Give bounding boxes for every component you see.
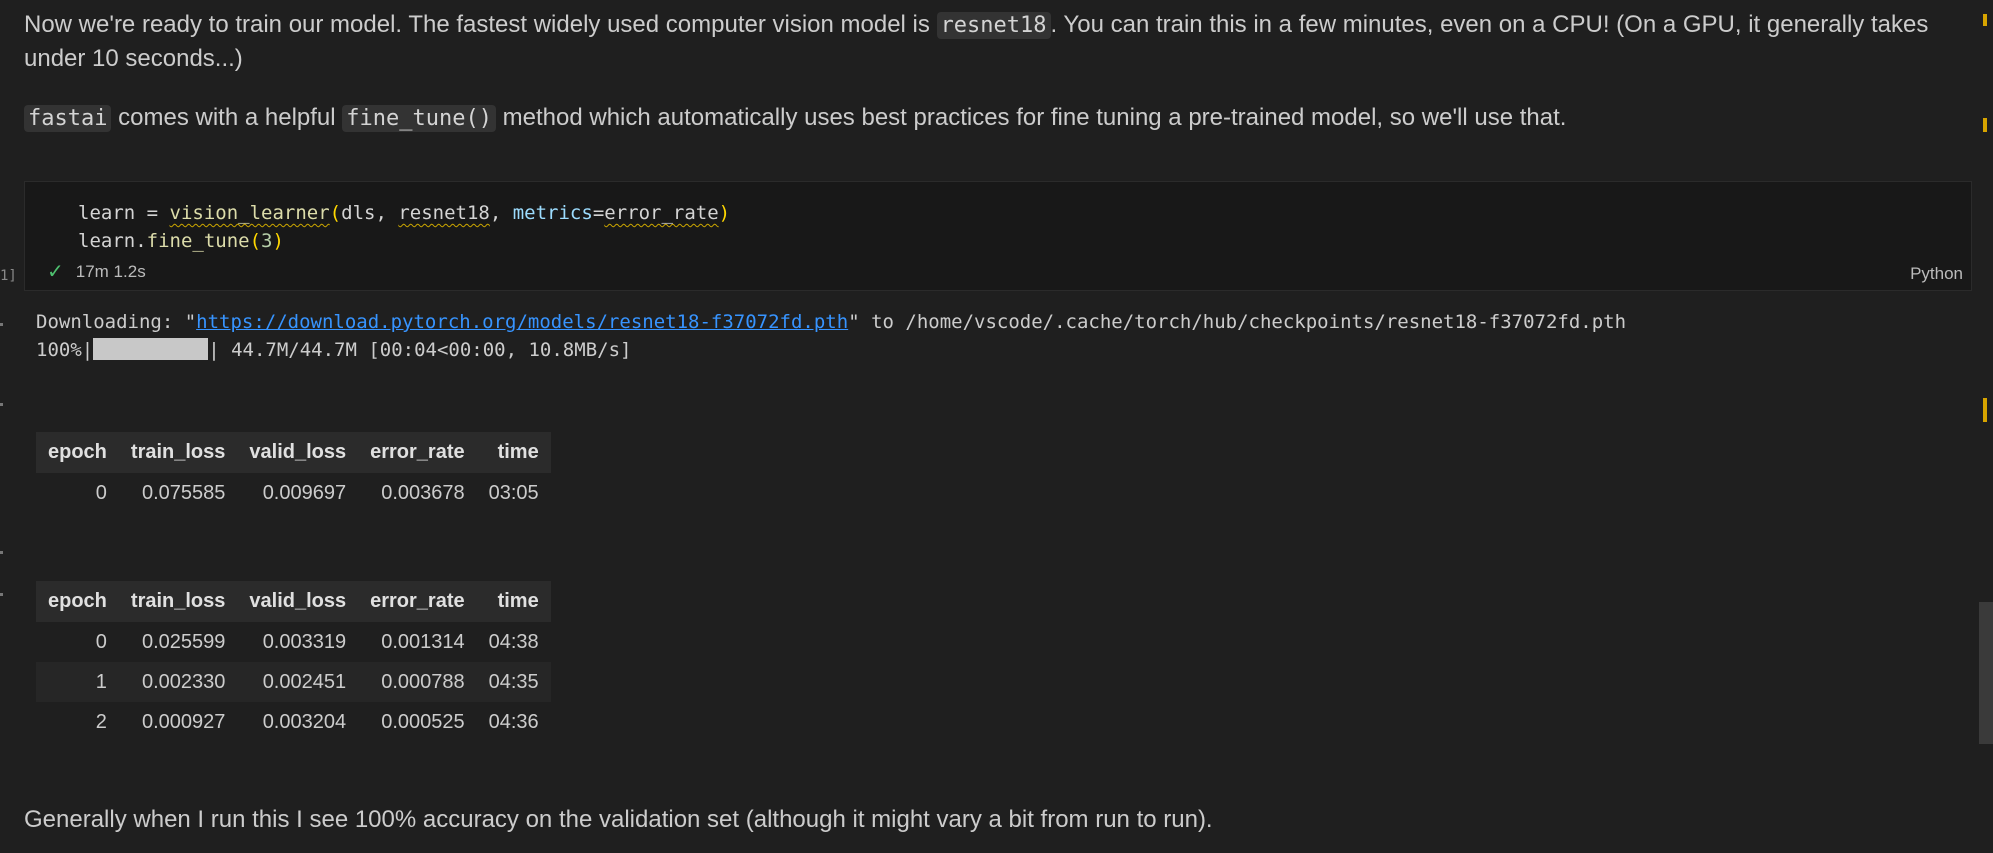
code-token-paren: ( — [249, 230, 262, 252]
table-header-row: epoch train_loss valid_loss error_rate t… — [36, 432, 551, 473]
table-cell: 0.009697 — [262, 481, 347, 504]
download-suffix: " to /home/vscode/.cache/torch/hub/check… — [848, 311, 1627, 333]
code-token-paren: ) — [718, 202, 731, 224]
progress-line: 100%| | 44.7M/44.7M [00:04<00:00, 10.8MB/… — [36, 336, 631, 364]
table-cell: 0 — [95, 630, 107, 653]
table-cell: 1 — [36, 662, 119, 702]
code-cell[interactable]: learn = vision_learner(dls, resnet18, me… — [24, 181, 1972, 291]
table-cell: 0.001314 — [381, 630, 465, 653]
code-token-paren: ( — [329, 202, 342, 224]
code-token: learn. — [78, 230, 147, 252]
code-token: dls, — [341, 202, 399, 224]
code-token-metric: error_rate — [604, 202, 719, 224]
download-prefix: Downloading: " — [36, 311, 197, 333]
table-row: 2 0.000927 0.003204 0.000525 04:36 — [36, 702, 551, 742]
code-token: learn = — [78, 202, 170, 224]
inline-code-fastai: fastai — [24, 105, 112, 132]
column-header: error_rate — [358, 432, 477, 473]
column-header: valid_loss — [237, 432, 359, 473]
markdown-paragraph-3: Generally when I run this I see 100% acc… — [24, 803, 1953, 836]
results-table-1: epoch train_loss valid_loss error_rate t… — [36, 432, 551, 513]
code-token-function: vision_learner — [169, 202, 330, 224]
check-icon: ✓ — [47, 261, 64, 283]
column-header: valid_loss — [237, 581, 359, 622]
table-cell: 04:35 — [476, 662, 551, 702]
code-token-number: 3 — [261, 230, 273, 252]
table-cell: 2 — [95, 710, 107, 733]
cell-status: ✓ 17m 1.2s — [47, 259, 146, 284]
results-table-2: epoch train_loss valid_loss error_rate t… — [36, 581, 551, 742]
execution-count: 1] — [0, 268, 17, 284]
column-header: time — [476, 432, 551, 473]
paragraph-text: comes with a helpful — [111, 104, 343, 131]
code-line-1[interactable]: learn = vision_learner(dls, resnet18, me… — [78, 199, 730, 227]
code-token-param: metrics — [512, 202, 593, 224]
inline-code-fine-tune: fine_tune() — [342, 105, 496, 132]
markdown-paragraph-1: Now we're ready to train our model. The … — [24, 8, 1953, 75]
progress-bar — [93, 338, 209, 360]
table-cell: 0.003319 — [262, 630, 347, 653]
overview-ruler-mark — [1983, 118, 1987, 132]
table-cell: 0.075585 — [141, 481, 226, 504]
paragraph-text: method which automatically uses best pra… — [495, 104, 1567, 131]
code-token: = — [592, 202, 605, 224]
table-row: 0 0.075585 0.009697 0.003678 03:05 — [36, 473, 551, 513]
overview-ruler-mark — [1983, 14, 1987, 26]
table-cell: 04:36 — [488, 710, 539, 733]
paragraph-text: Now we're ready to train our model. The … — [24, 11, 937, 38]
code-line-2[interactable]: learn.fine_tune(3) — [78, 227, 284, 255]
code-token-paren: ) — [272, 230, 284, 252]
table-header-row: epoch train_loss valid_loss error_rate t… — [36, 581, 551, 622]
column-header: epoch — [36, 581, 119, 622]
scrollbar-thumb[interactable] — [1979, 602, 1993, 744]
code-token: , — [489, 202, 513, 224]
table-cell: 0.000525 — [381, 710, 465, 733]
gutter-marker — [0, 551, 3, 554]
column-header: train_loss — [118, 581, 238, 622]
language-picker[interactable]: Python — [1910, 264, 1963, 284]
table-cell: 04:38 — [488, 630, 539, 653]
gutter-marker — [0, 593, 3, 596]
paragraph-text: Generally when I run this I see 100% acc… — [24, 806, 1213, 833]
table-cell: 0 — [95, 481, 107, 504]
table-cell: 0.000788 — [358, 662, 477, 702]
gutter-marker — [0, 403, 3, 406]
column-header: error_rate — [358, 581, 477, 622]
table-cell: 0.002451 — [237, 662, 359, 702]
table-cell: 0.025599 — [141, 630, 226, 653]
download-line: Downloading: "https://download.pytorch.o… — [36, 308, 1626, 336]
progress-percent: 100%| — [36, 339, 94, 361]
code-token-arch: resnet18 — [398, 202, 490, 224]
column-header: epoch — [36, 432, 119, 473]
table-cell: 03:05 — [488, 481, 539, 504]
column-header: train_loss — [118, 432, 238, 473]
table-row: 0 0.025599 0.003319 0.001314 04:38 — [36, 622, 551, 662]
table-cell: 0.003204 — [262, 710, 347, 733]
table-row: 1 0.002330 0.002451 0.000788 04:35 — [36, 662, 551, 702]
column-header: time — [476, 581, 551, 622]
gutter-marker — [0, 323, 3, 326]
table-cell: 0.000927 — [141, 710, 226, 733]
overview-ruler-mark — [1983, 398, 1987, 422]
code-token-function: fine_tune — [146, 230, 250, 252]
table-cell: 0.003678 — [381, 481, 465, 504]
markdown-paragraph-2: fastai comes with a helpful fine_tune() … — [24, 101, 1953, 135]
table-cell: 0.002330 — [118, 662, 238, 702]
inline-code-resnet18: resnet18 — [936, 12, 1051, 39]
execution-time: 17m 1.2s — [75, 261, 146, 281]
download-link[interactable]: https://download.pytorch.org/models/resn… — [196, 311, 848, 333]
progress-stats: | 44.7M/44.7M [00:04<00:00, 10.8MB/s] — [208, 339, 632, 361]
